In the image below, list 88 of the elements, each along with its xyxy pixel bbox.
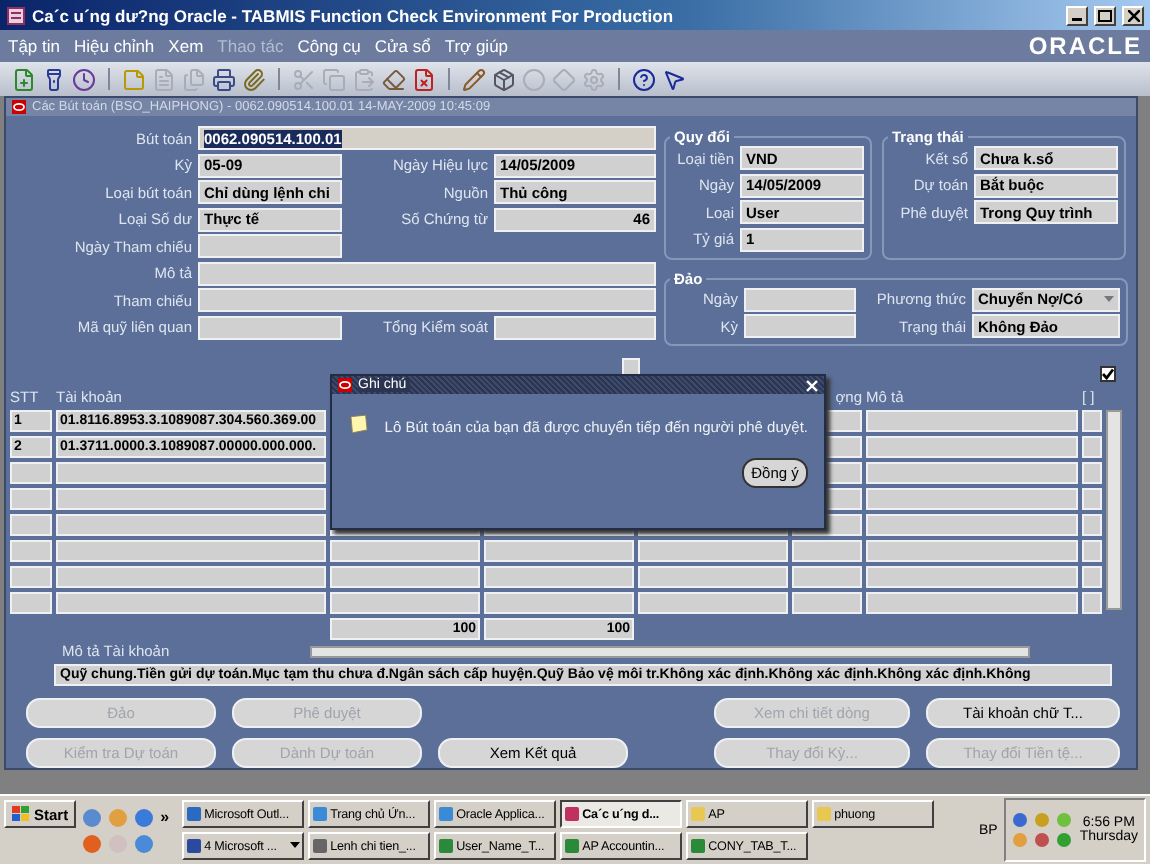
table-cell[interactable] [866, 591, 1078, 614]
minimize-button[interactable] [1066, 5, 1088, 25]
text-field[interactable] [744, 287, 856, 311]
maximize-icon [1098, 9, 1112, 21]
table-cell[interactable] [484, 591, 634, 614]
text-field[interactable] [198, 261, 656, 285]
pencil-icon[interactable] [462, 67, 486, 91]
eraser-icon[interactable] [382, 67, 406, 91]
app-icon [816, 806, 833, 822]
table-cell[interactable] [866, 513, 1078, 536]
table-cell[interactable] [638, 539, 788, 562]
app-icon [6, 5, 26, 25]
table-cell[interactable] [1082, 487, 1102, 510]
menu-item[interactable]: Công cụ [297, 36, 361, 56]
table-cell[interactable] [638, 591, 788, 614]
table-cell[interactable] [866, 461, 1078, 484]
table-cell[interactable] [10, 487, 52, 510]
table-cell[interactable] [10, 565, 52, 588]
table-cell[interactable] [792, 539, 862, 562]
table-cell[interactable] [866, 409, 1078, 432]
table-cell[interactable] [484, 539, 634, 562]
file-x-icon[interactable] [412, 67, 436, 91]
table-cell[interactable] [1082, 435, 1102, 458]
table-cell[interactable] [792, 565, 862, 588]
table-cell[interactable] [56, 539, 326, 562]
table-cell[interactable] [866, 487, 1078, 510]
flashlight-icon[interactable] [42, 67, 66, 91]
table-cell[interactable] [330, 591, 480, 614]
text-field[interactable] [744, 314, 856, 338]
table-cell[interactable] [10, 591, 52, 614]
package-icon[interactable] [492, 67, 516, 91]
table-cell[interactable] [1082, 565, 1102, 588]
oracle-icon [12, 100, 26, 114]
table-cell[interactable] [1082, 539, 1102, 562]
table-cell[interactable] [56, 513, 326, 536]
table-cell[interactable] [10, 513, 52, 536]
paperclip-icon[interactable] [242, 67, 266, 91]
table-cell[interactable] [330, 539, 480, 562]
table-cell[interactable] [56, 487, 326, 510]
quick-launch-icon[interactable] [82, 807, 103, 827]
window-title: Ca´c u´ng dư?ng Oracle - TABMIS Function Check Environment For Production [32, 5, 676, 25]
checkbox[interactable] [1100, 366, 1116, 382]
oracle-icon [338, 378, 352, 392]
table-cell[interactable] [10, 461, 52, 484]
menu-item[interactable]: Tập tin [8, 36, 60, 56]
text-field[interactable] [198, 234, 342, 258]
table-cell[interactable] [792, 591, 862, 614]
note-icon [348, 410, 369, 438]
table-cell[interactable] [866, 435, 1078, 458]
caret-icon [1104, 295, 1114, 303]
quick-launch-icon[interactable] [134, 807, 155, 827]
table-cell[interactable] [866, 539, 1078, 562]
chevron[interactable]: » [160, 807, 177, 827]
table-cell[interactable] [1082, 591, 1102, 614]
close-icon[interactable] [806, 379, 818, 391]
table-cell[interactable] [56, 565, 326, 588]
menu-item[interactable]: Hiệu chỉnh [74, 36, 155, 56]
menu-item[interactable]: Trợ giúp [444, 36, 509, 56]
close-icon [1127, 9, 1139, 21]
printer-icon[interactable] [212, 67, 236, 91]
table-cell[interactable] [10, 539, 52, 562]
table-cell[interactable] [56, 591, 326, 614]
quick-launch-icon[interactable] [134, 833, 155, 853]
clock-icon[interactable] [72, 67, 96, 91]
maximize-button[interactable] [1094, 5, 1116, 25]
table-cell[interactable] [330, 565, 480, 588]
menu-item[interactable]: Xem [168, 36, 204, 56]
table-cell[interactable] [1082, 513, 1102, 536]
scrollbar[interactable] [309, 645, 1030, 657]
text-field[interactable] [198, 315, 342, 339]
table-cell[interactable] [638, 565, 788, 588]
checkmark-icon [1102, 368, 1114, 380]
text-field[interactable] [494, 315, 656, 339]
table-cell[interactable] [866, 565, 1078, 588]
menu-item[interactable]: Cửa sổ [374, 36, 431, 56]
close-button[interactable] [1122, 5, 1144, 25]
table-cell[interactable] [1082, 409, 1102, 432]
text-field[interactable] [198, 288, 656, 312]
oracle-logo: ORACLE [1028, 32, 1142, 60]
scrollbar[interactable] [1106, 409, 1122, 609]
table-cell[interactable] [1082, 461, 1102, 484]
quick-launch-icon[interactable] [82, 833, 103, 853]
table-cell[interactable] [484, 565, 634, 588]
table-cell[interactable] [56, 461, 326, 484]
windows-logo-icon [12, 806, 30, 822]
pointer-icon[interactable] [662, 67, 686, 91]
help-icon[interactable] [632, 67, 656, 91]
file-plus-icon[interactable] [12, 67, 36, 91]
